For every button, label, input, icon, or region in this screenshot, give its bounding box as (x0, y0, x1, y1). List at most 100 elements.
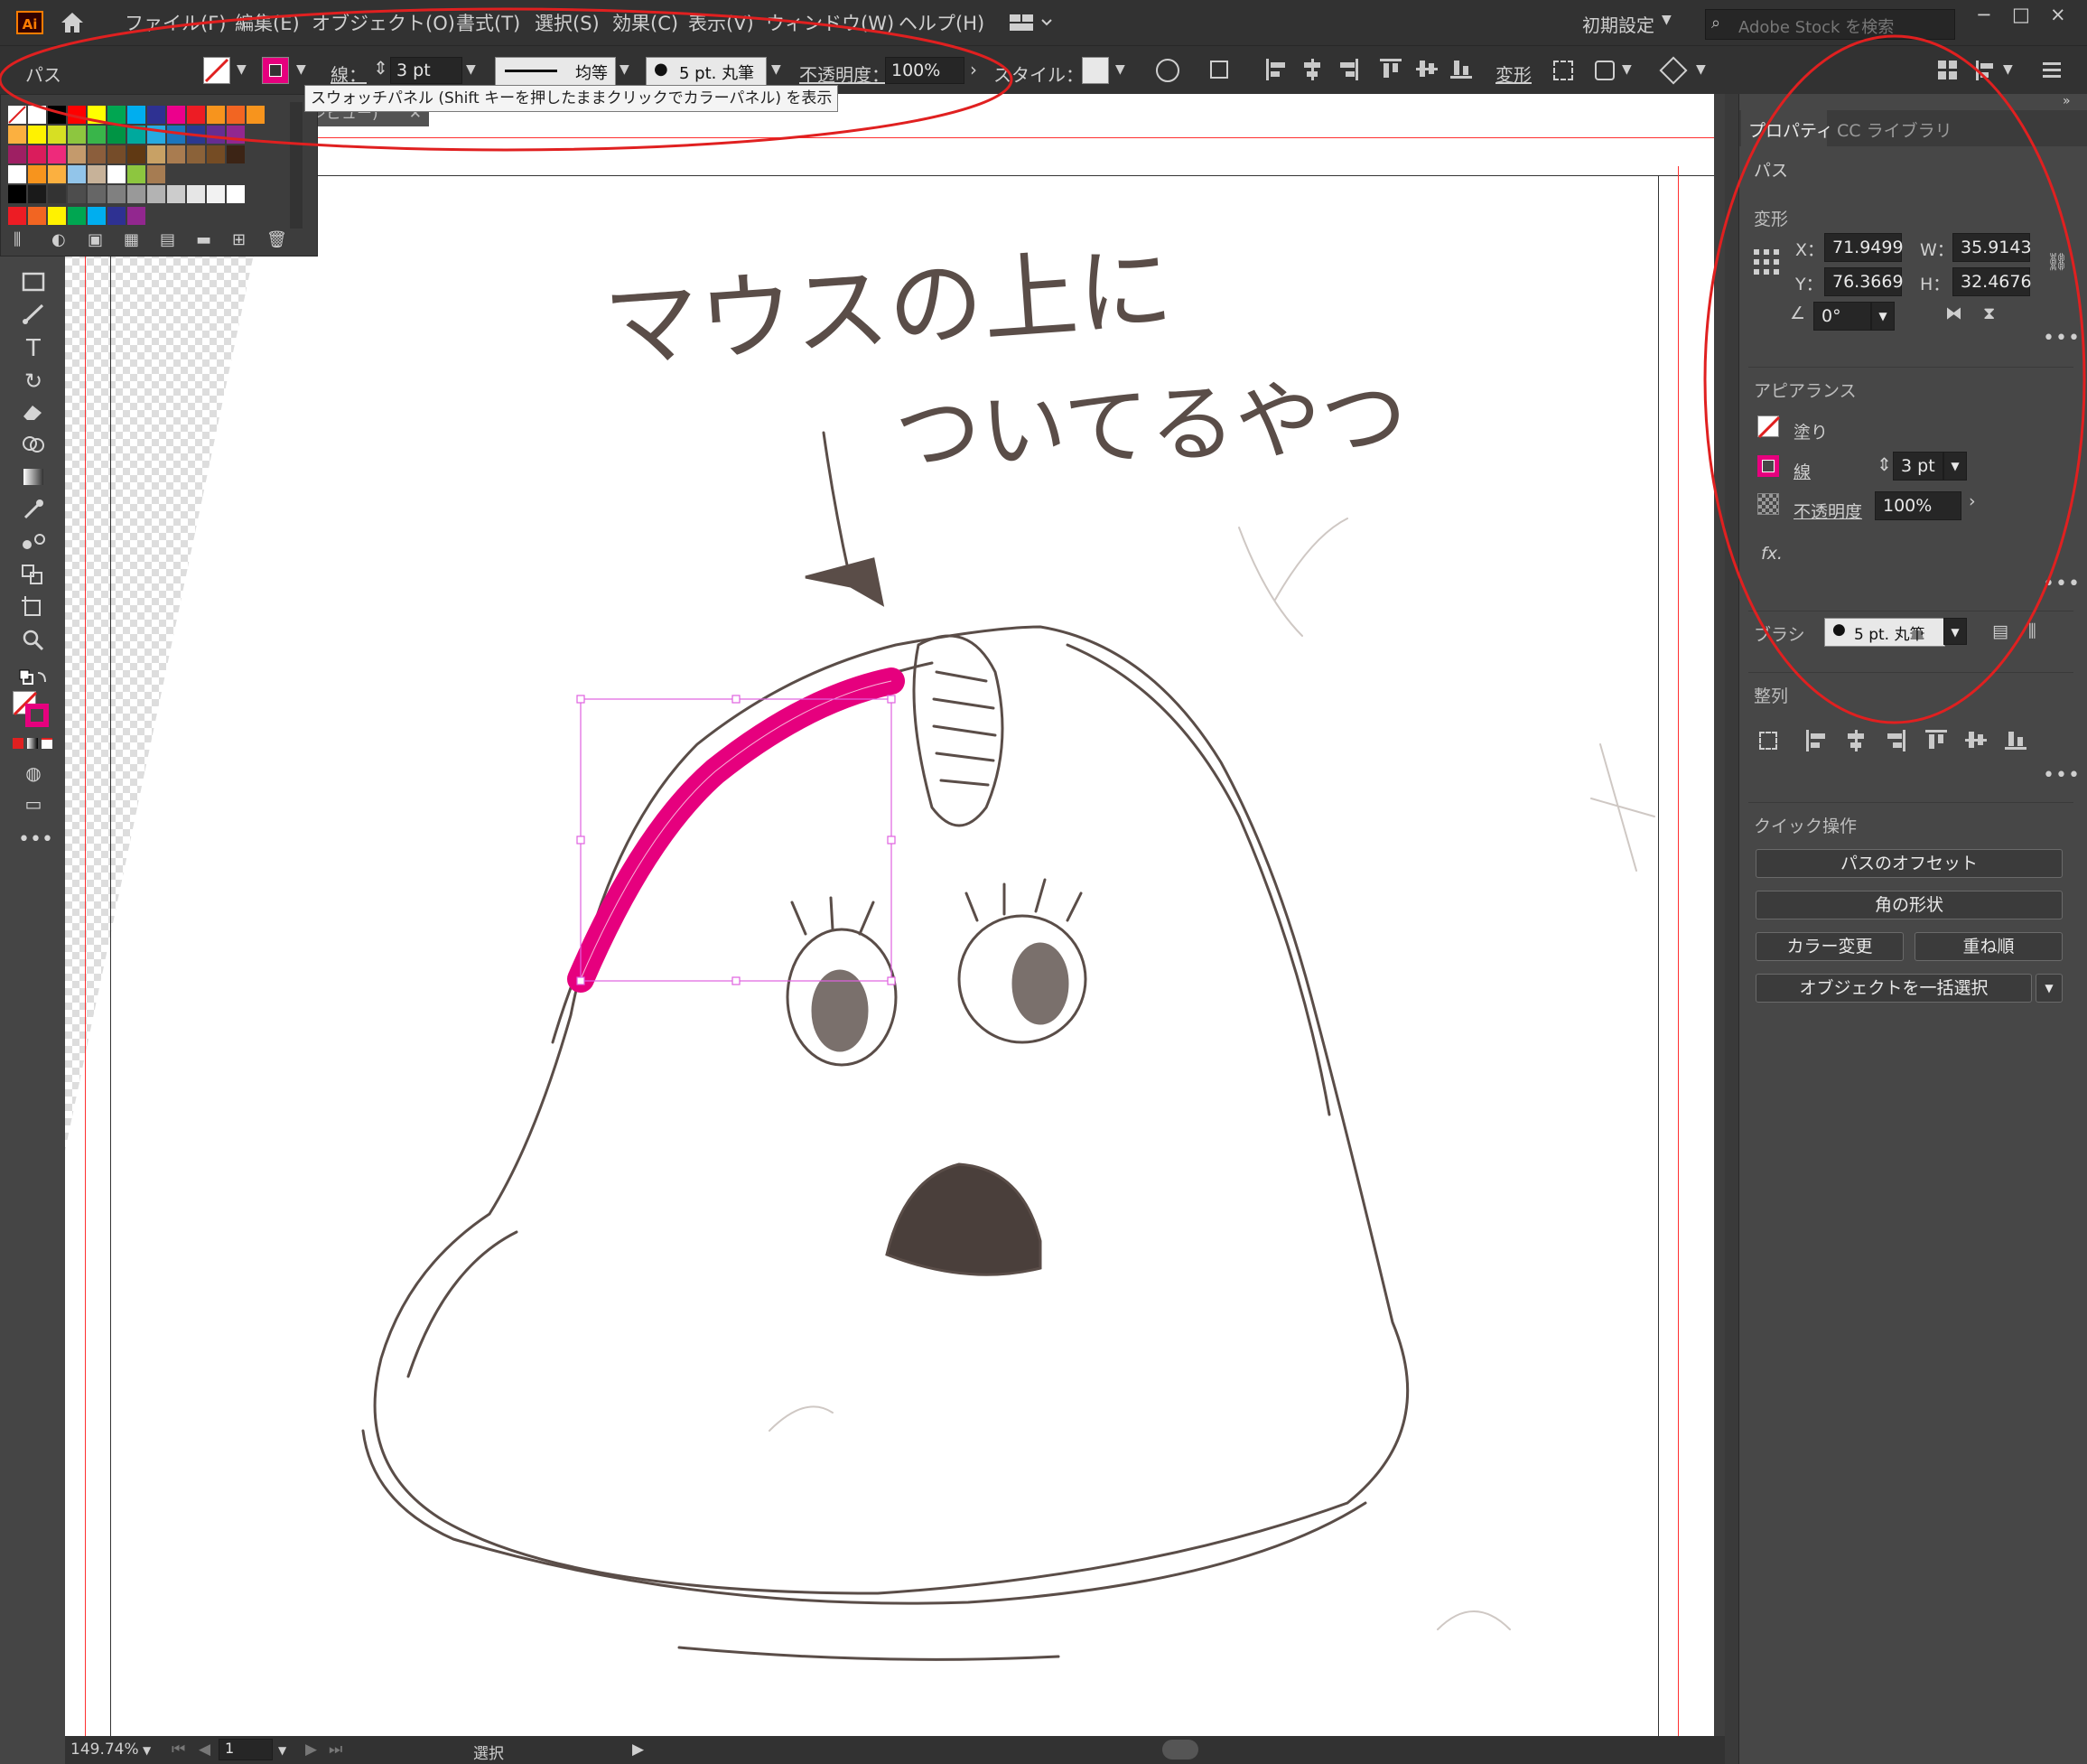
swatch[interactable] (167, 185, 185, 203)
zoom-level[interactable]: 149.74% (70, 1741, 139, 1759)
align-top-icon[interactable] (1380, 59, 1402, 79)
eyedropper-tool-icon[interactable] (18, 498, 49, 525)
swatch[interactable] (187, 126, 205, 144)
brush-definition[interactable]: ● 5 pt. 丸筆 (646, 57, 767, 86)
maximize-button[interactable]: □ (2012, 4, 2030, 25)
stroke-weight-field-chevron-icon[interactable]: ▼ (1943, 452, 1967, 481)
swatch-kind-icon[interactable]: ◐ (51, 230, 66, 249)
stepper-arrows-icon[interactable]: ⇕ (373, 57, 388, 79)
swatch[interactable] (207, 145, 225, 163)
swatch[interactable] (88, 185, 106, 203)
stroke-dropdown-chevron-icon[interactable]: ▼ (296, 62, 306, 77)
opacity-label[interactable]: 不透明度： (799, 61, 890, 87)
type-tool-icon[interactable]: T (18, 335, 49, 362)
swatch[interactable] (167, 145, 185, 163)
swatch[interactable] (107, 106, 126, 124)
arrange-documents-icon[interactable] (1010, 13, 1055, 33)
menu-effect[interactable]: 効果(C) (612, 9, 678, 36)
stock-search-box[interactable]: ⌕ Adobe Stock を検索 (1705, 9, 1955, 40)
swatch[interactable] (8, 126, 26, 144)
first-page-icon[interactable]: ⏮ (172, 1741, 185, 1759)
shape-builder-tool-icon[interactable] (18, 433, 49, 460)
brush-chevron-icon[interactable]: ▼ (771, 62, 781, 77)
panel-collapse-strip[interactable] (1725, 94, 1738, 1764)
control-bar-menu-icon[interactable] (2043, 62, 2061, 79)
minimize-button[interactable]: − (1976, 4, 1992, 25)
swatch[interactable] (207, 106, 225, 124)
page-number-input[interactable]: 1 (219, 1739, 273, 1760)
menu-select[interactable]: 選択(S) (535, 9, 600, 36)
swatch[interactable] (107, 165, 126, 183)
isolate-icon[interactable] (1553, 61, 1573, 80)
canvas-area[interactable]: マウスの上に ついてるやつ (65, 94, 1725, 1736)
panel-align-vcenter-icon[interactable] (1965, 730, 1987, 750)
panel-align-left-icon[interactable] (1806, 730, 1826, 751)
style-chevron-icon[interactable]: ▼ (1115, 62, 1125, 77)
fx-icon[interactable]: fx. (1761, 544, 1783, 564)
recolor-button[interactable]: カラー変更 (1756, 932, 1904, 961)
home-icon[interactable] (60, 11, 85, 34)
swatch-list-icon[interactable]: ▤ (160, 230, 175, 249)
select-same-button[interactable]: オブジェクトを一括選択 (1756, 974, 2032, 1003)
swatch[interactable] (8, 145, 26, 163)
flip-horizontal-icon[interactable]: ⧓ (1945, 303, 1962, 323)
swatch[interactable] (68, 165, 86, 183)
swatch[interactable] (28, 207, 46, 225)
gradient-tool-icon[interactable] (18, 465, 49, 492)
swatch[interactable] (127, 126, 145, 144)
swatch-options-icon[interactable]: ▣ (88, 230, 103, 249)
arrange-panels-icon[interactable] (1938, 61, 1958, 80)
fill-stroke-indicator[interactable] (13, 691, 54, 729)
brush-options-icon[interactable]: ▤ (1992, 621, 2008, 641)
swatch[interactable] (127, 165, 145, 183)
swatch[interactable] (68, 207, 86, 225)
rectangle-tool-icon[interactable] (18, 270, 49, 297)
horizontal-scrollbar-thumb[interactable] (1162, 1740, 1198, 1759)
reshape-chevron-icon[interactable]: ▼ (1622, 62, 1632, 77)
artboard-tool-icon[interactable] (18, 595, 49, 622)
swatch[interactable] (107, 207, 126, 225)
tab-properties[interactable]: プロパティ (1741, 110, 1833, 146)
stroke-color-icon[interactable] (1757, 455, 1779, 477)
flip-vertical-icon[interactable]: ⧗ (1983, 303, 1995, 323)
swatch[interactable] (227, 185, 245, 203)
swatch[interactable] (107, 185, 126, 203)
swatch[interactable] (68, 126, 86, 144)
brush-dropdown[interactable]: ● 5 pt. 丸筆 (1824, 618, 1945, 647)
swatch[interactable] (187, 106, 205, 124)
zoom-tool-icon[interactable] (18, 628, 49, 655)
delete-swatch-icon[interactable]: 🗑 (266, 230, 287, 249)
recolor-artwork-icon[interactable] (1156, 59, 1179, 82)
menu-window[interactable]: ウィンドウ(W) (766, 9, 894, 36)
stroke-weight-label[interactable]: 線： (331, 61, 367, 87)
transform-link[interactable]: 変形 (1495, 61, 1532, 87)
swatch[interactable] (68, 106, 86, 124)
variable-width-profile[interactable]: 均等 (495, 57, 616, 86)
distribute-icon[interactable] (1976, 61, 1996, 80)
graphic-style-swatch[interactable] (1082, 57, 1109, 84)
color-mode-buttons-icon[interactable] (13, 738, 52, 751)
prev-page-icon[interactable]: ◀ (199, 1741, 210, 1759)
swatch[interactable] (8, 165, 26, 183)
reference-point-icon[interactable] (1754, 249, 1779, 275)
swatch[interactable] (167, 106, 185, 124)
swatch[interactable] (88, 207, 106, 225)
stroke-weight-field[interactable]: 3 pt (1893, 452, 1943, 481)
select-same-chevron-icon[interactable]: ▼ (2036, 974, 2063, 1003)
swatch[interactable] (28, 145, 46, 163)
collapse-panels-icon[interactable]: » (2063, 94, 2071, 108)
swatch[interactable] (28, 126, 46, 144)
swatch-panel-scrollbar[interactable] (290, 102, 303, 229)
swatch[interactable] (187, 185, 205, 203)
swatch-none[interactable] (8, 106, 26, 124)
swatch[interactable] (68, 185, 86, 203)
stroke-weight-chevron-icon[interactable]: ▼ (466, 62, 476, 77)
swatch[interactable] (227, 126, 245, 144)
swatch[interactable] (147, 106, 165, 124)
profile-chevron-icon[interactable]: ▼ (620, 62, 629, 77)
swatch[interactable] (167, 126, 185, 144)
pen-options-chevron-icon[interactable]: ▼ (1696, 62, 1706, 77)
swatch[interactable] (127, 145, 145, 163)
swatch[interactable] (8, 207, 26, 225)
swatch[interactable] (107, 145, 126, 163)
